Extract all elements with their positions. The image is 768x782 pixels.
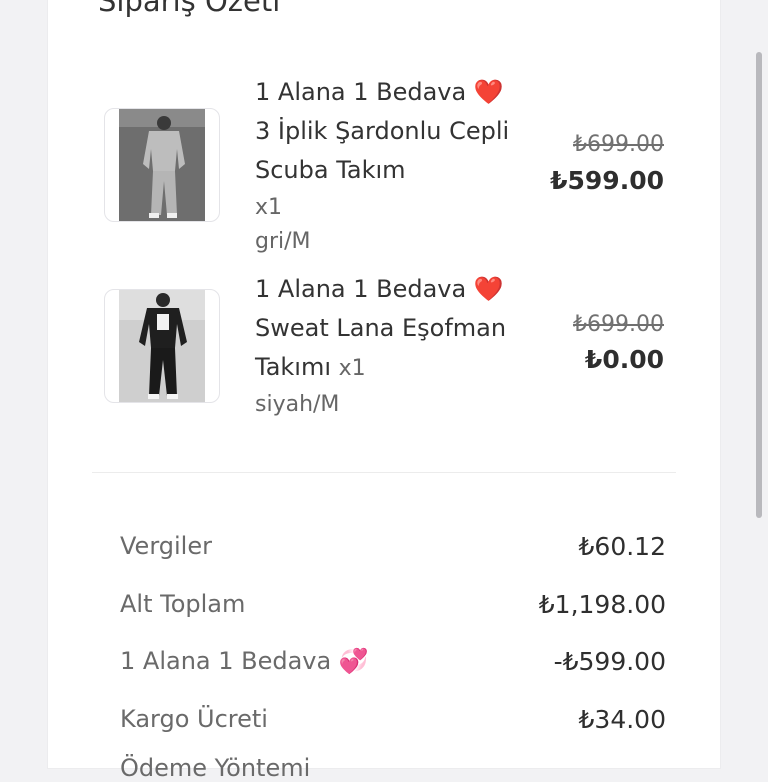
item-title-text: Sweat Lana Eşofman Takımı: [255, 314, 507, 381]
subtotal-row: Alt Toplam ₺1,198.00: [120, 590, 666, 630]
product-thumbnail[interactable]: [104, 289, 220, 403]
section-title: Sipariş Özeti: [98, 0, 281, 18]
item-old-price: ₺699.00: [573, 132, 664, 157]
taxes-value: ₺60.12: [578, 532, 666, 561]
item-name[interactable]: 1 Alana 1 Bedava ❤️ Sweat Lana Eşofman T…: [255, 270, 525, 388]
item-name[interactable]: 1 Alana 1 Bedava ❤️ 3 İplik Şardonlu Cep…: [255, 73, 525, 190]
heart-icon: ❤️: [473, 275, 504, 303]
item-quantity: x1: [255, 195, 283, 220]
product-image-grey-set: [119, 109, 205, 221]
taxes-row: Vergiler ₺60.12: [120, 532, 666, 572]
product-image-black-set: [119, 290, 205, 402]
heart-icon: ❤️: [473, 78, 504, 106]
subtotal-value: ₺1,198.00: [538, 590, 666, 619]
item-quantity: x1: [338, 356, 366, 381]
item-old-price: ₺699.00: [573, 312, 664, 337]
promo-discount-value: -₺599.00: [553, 647, 666, 676]
cut-off-row: Ödeme Yöntemi: [120, 754, 311, 782]
item-promo-text: 1 Alana 1 Bedava: [255, 275, 467, 303]
shipping-label: Kargo Ücreti: [120, 705, 268, 733]
taxes-label: Vergiler: [120, 532, 212, 560]
item-price: ₺0.00: [584, 345, 664, 374]
item-variant: gri/M: [255, 229, 311, 254]
shipping-row: Kargo Ücreti ₺34.00: [120, 705, 666, 745]
shipping-value: ₺34.00: [578, 705, 666, 734]
scrollbar[interactable]: [756, 52, 762, 518]
divider: [92, 472, 676, 473]
subtotal-label: Alt Toplam: [120, 590, 246, 618]
product-thumbnail[interactable]: [104, 108, 220, 222]
promo-discount-label: 1 Alana 1 Bedava 💞: [120, 647, 369, 675]
promo-discount-row: 1 Alana 1 Bedava 💞 -₺599.00: [120, 647, 666, 687]
item-promo-text: 1 Alana 1 Bedava: [255, 78, 467, 106]
item-title-text: 3 İplik Şardonlu Cepli Scuba Takım: [255, 117, 510, 184]
item-price: ₺599.00: [550, 166, 664, 195]
item-variant: siyah/M: [255, 392, 340, 417]
